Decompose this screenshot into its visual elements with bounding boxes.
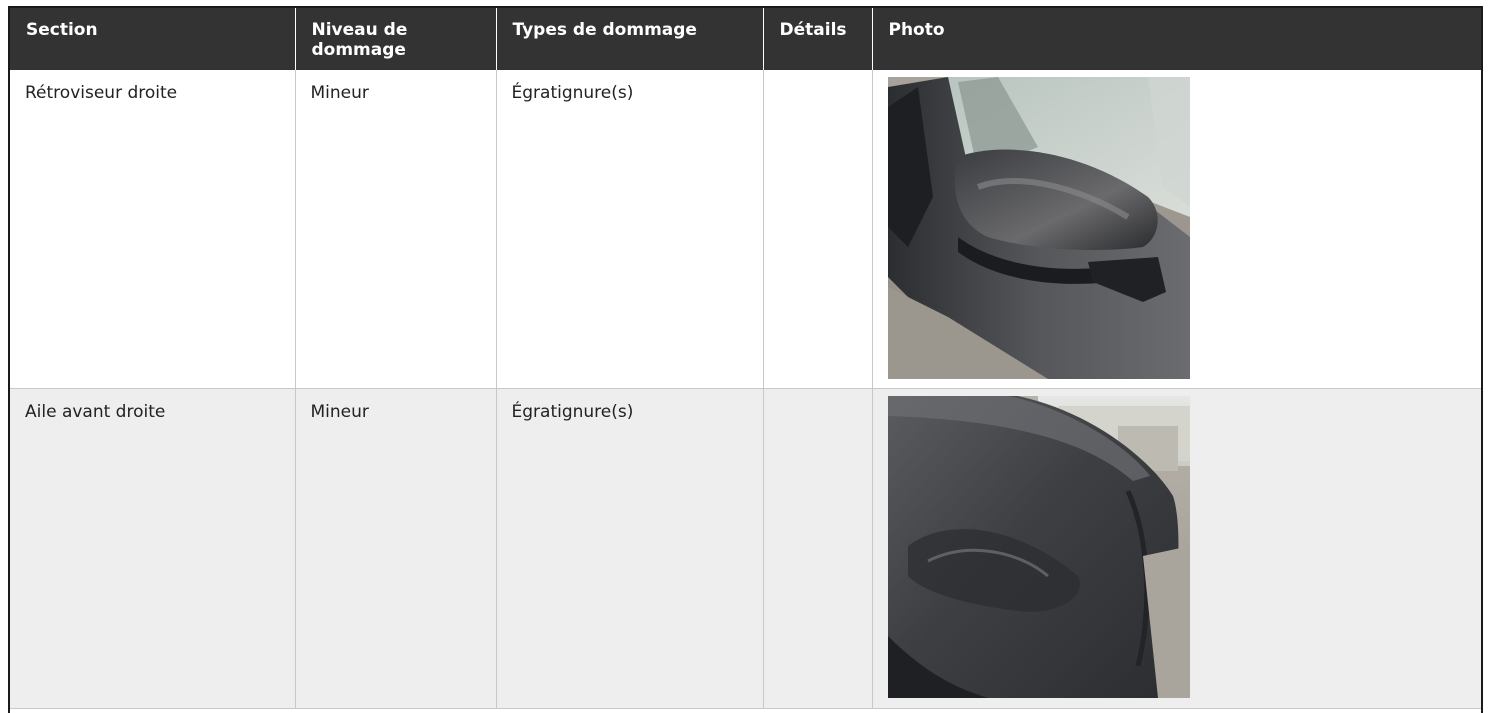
table-body: Rétroviseur droite Mineur Égratignure(s) bbox=[10, 70, 1481, 709]
cell-details bbox=[763, 70, 873, 389]
table-row: Aile avant droite Mineur Égratignure(s) bbox=[10, 388, 1481, 709]
cell-details bbox=[763, 388, 873, 709]
table-header: Section Niveau de dommage Types de domma… bbox=[10, 8, 1481, 70]
cell-types: Égratignure(s) bbox=[496, 70, 764, 389]
cell-types: Égratignure(s) bbox=[496, 388, 764, 709]
header-details: Détails bbox=[763, 8, 873, 70]
damage-table: Section Niveau de dommage Types de domma… bbox=[10, 8, 1481, 709]
header-photo: Photo bbox=[872, 8, 1481, 70]
cell-niveau: Mineur bbox=[295, 70, 497, 389]
car-mirror-photo[interactable] bbox=[887, 77, 1190, 379]
cell-photo bbox=[872, 388, 1481, 709]
header-niveau: Niveau de dommage bbox=[295, 8, 497, 70]
damage-report-frame: Section Niveau de dommage Types de domma… bbox=[8, 6, 1483, 713]
cell-section: Aile avant droite bbox=[10, 388, 296, 709]
header-section: Section bbox=[10, 8, 296, 70]
header-row: Section Niveau de dommage Types de domma… bbox=[10, 8, 1481, 70]
cell-section: Rétroviseur droite bbox=[10, 70, 296, 389]
header-types: Types de dommage bbox=[496, 8, 764, 70]
cell-photo bbox=[872, 70, 1481, 389]
car-fender-photo[interactable] bbox=[887, 395, 1190, 698]
cell-niveau: Mineur bbox=[295, 388, 497, 709]
table-row: Rétroviseur droite Mineur Égratignure(s) bbox=[10, 70, 1481, 389]
